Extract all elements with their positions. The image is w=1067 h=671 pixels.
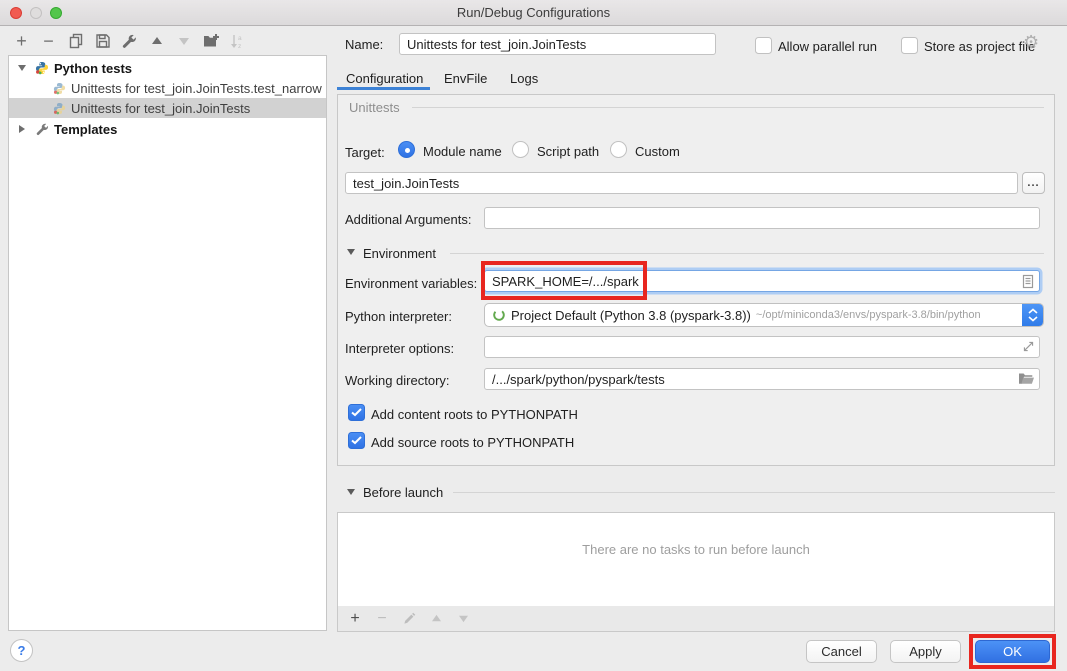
- python-tests-icon: [53, 102, 66, 115]
- sort-configurations-icon[interactable]: az: [228, 32, 247, 51]
- tree-item-python-tests[interactable]: Python tests: [9, 58, 326, 78]
- name-label: Name:: [345, 37, 383, 52]
- edit-task-icon[interactable]: [401, 611, 417, 627]
- tree-item-label: Templates: [54, 122, 117, 137]
- python-tests-icon: [35, 61, 49, 75]
- target-module-name-label: Module name: [423, 144, 502, 159]
- move-up-icon[interactable]: [147, 32, 166, 51]
- tree-item-unittest-jointests[interactable]: Unittests for test_join.JoinTests: [9, 98, 326, 118]
- add-content-roots-checkbox[interactable]: [348, 404, 365, 421]
- store-as-project-file-label: Store as project file: [924, 39, 1035, 54]
- interpreter-options-label: Interpreter options:: [345, 341, 454, 356]
- save-configuration-icon[interactable]: [93, 32, 112, 51]
- interpreter-options-input[interactable]: [484, 336, 1040, 358]
- templates-wrench-icon: [36, 123, 49, 136]
- expand-field-icon[interactable]: [1022, 340, 1035, 353]
- configurations-toolbar: + − az: [12, 31, 247, 51]
- move-down-icon[interactable]: [174, 32, 193, 51]
- working-directory-label: Working directory:: [345, 373, 450, 388]
- additional-arguments-label: Additional Arguments:: [345, 212, 471, 227]
- before-launch-empty-message: There are no tasks to run before launch: [337, 542, 1055, 557]
- store-as-project-file-checkbox[interactable]: [901, 37, 918, 54]
- additional-arguments-input[interactable]: [484, 207, 1040, 229]
- paste-variables-icon[interactable]: [1021, 274, 1035, 289]
- before-launch-collapse-icon[interactable]: [347, 489, 355, 495]
- new-folder-icon[interactable]: [201, 32, 220, 51]
- remove-configuration-icon[interactable]: −: [39, 32, 58, 51]
- before-launch-toolbar: + −: [337, 606, 1055, 632]
- python-interpreter-path: ~/opt/miniconda3/envs/pyspark-3.8/bin/py…: [756, 309, 981, 321]
- svg-text:a: a: [238, 35, 242, 42]
- tree-item-label: Unittests for test_join.JoinTests: [71, 101, 250, 116]
- annotation-box-ok-button: [969, 634, 1056, 669]
- conda-environment-icon: [492, 308, 506, 322]
- python-tests-icon: [53, 82, 66, 95]
- remove-task-icon[interactable]: −: [374, 611, 390, 627]
- section-separator: [453, 492, 1055, 493]
- environment-variables-label: Environment variables:: [345, 276, 477, 291]
- name-input[interactable]: [399, 33, 716, 55]
- environment-collapse-icon[interactable]: [347, 249, 355, 255]
- unittests-group-label: Unittests: [349, 100, 400, 115]
- add-configuration-icon[interactable]: +: [12, 32, 31, 51]
- chevron-right-icon[interactable]: [19, 125, 25, 133]
- tab-logs[interactable]: Logs: [510, 71, 538, 86]
- tree-item-label: Unittests for test_join.JoinTests.test_n…: [71, 81, 322, 96]
- target-custom-radio[interactable]: [610, 141, 627, 158]
- section-separator: [450, 253, 1044, 254]
- move-task-down-icon[interactable]: [455, 611, 471, 627]
- target-module-name-radio[interactable]: [398, 141, 415, 158]
- move-task-up-icon[interactable]: [428, 611, 444, 627]
- target-label: Target:: [345, 145, 385, 160]
- working-directory-input[interactable]: [484, 368, 1040, 390]
- add-source-roots-checkbox[interactable]: [348, 432, 365, 449]
- tree-item-unittest-narrow[interactable]: Unittests for test_join.JoinTests.test_n…: [9, 78, 326, 98]
- active-tab-indicator: [337, 87, 430, 90]
- python-interpreter-value: Project Default (Python 3.8 (pyspark-3.8…: [511, 308, 751, 323]
- group-separator: [412, 107, 1044, 108]
- target-script-path-radio[interactable]: [512, 141, 529, 158]
- before-launch-task-list[interactable]: [337, 512, 1055, 607]
- help-button[interactable]: ?: [10, 639, 33, 662]
- gear-icon[interactable]: ⚙: [1023, 32, 1039, 53]
- browse-folder-icon[interactable]: [1018, 371, 1035, 386]
- add-source-roots-label: Add source roots to PYTHONPATH: [371, 435, 574, 450]
- tree-item-label: Python tests: [54, 61, 132, 76]
- allow-parallel-run-label: Allow parallel run: [778, 39, 877, 54]
- target-input[interactable]: [345, 172, 1018, 194]
- dropdown-chevrons-icon[interactable]: [1022, 303, 1043, 327]
- add-content-roots-label: Add content roots to PYTHONPATH: [371, 407, 578, 422]
- add-task-icon[interactable]: +: [347, 611, 363, 627]
- svg-text:z: z: [238, 43, 241, 49]
- target-script-path-label: Script path: [537, 144, 599, 159]
- apply-button[interactable]: Apply: [890, 640, 961, 663]
- target-custom-label: Custom: [635, 144, 680, 159]
- before-launch-section-label: Before launch: [363, 485, 443, 500]
- browse-button[interactable]: ...: [1022, 172, 1045, 194]
- configurations-tree: Python tests Unittests for test_join.Joi…: [8, 55, 327, 631]
- annotation-box-environment-variables: [481, 261, 647, 300]
- tree-item-templates[interactable]: Templates: [9, 119, 326, 139]
- window-title: Run/Debug Configurations: [0, 5, 1067, 20]
- chevron-down-icon[interactable]: [18, 65, 26, 71]
- cancel-button[interactable]: Cancel: [806, 640, 877, 663]
- environment-section-label: Environment: [363, 246, 436, 261]
- allow-parallel-run-checkbox[interactable]: [755, 37, 772, 54]
- titlebar: Run/Debug Configurations: [0, 0, 1067, 26]
- edit-templates-icon[interactable]: [120, 32, 139, 51]
- python-interpreter-select[interactable]: Project Default (Python 3.8 (pyspark-3.8…: [484, 303, 1044, 327]
- python-interpreter-label: Python interpreter:: [345, 309, 452, 324]
- copy-configuration-icon[interactable]: [66, 32, 85, 51]
- tab-envfile[interactable]: EnvFile: [444, 71, 487, 86]
- tab-configuration[interactable]: Configuration: [346, 71, 423, 86]
